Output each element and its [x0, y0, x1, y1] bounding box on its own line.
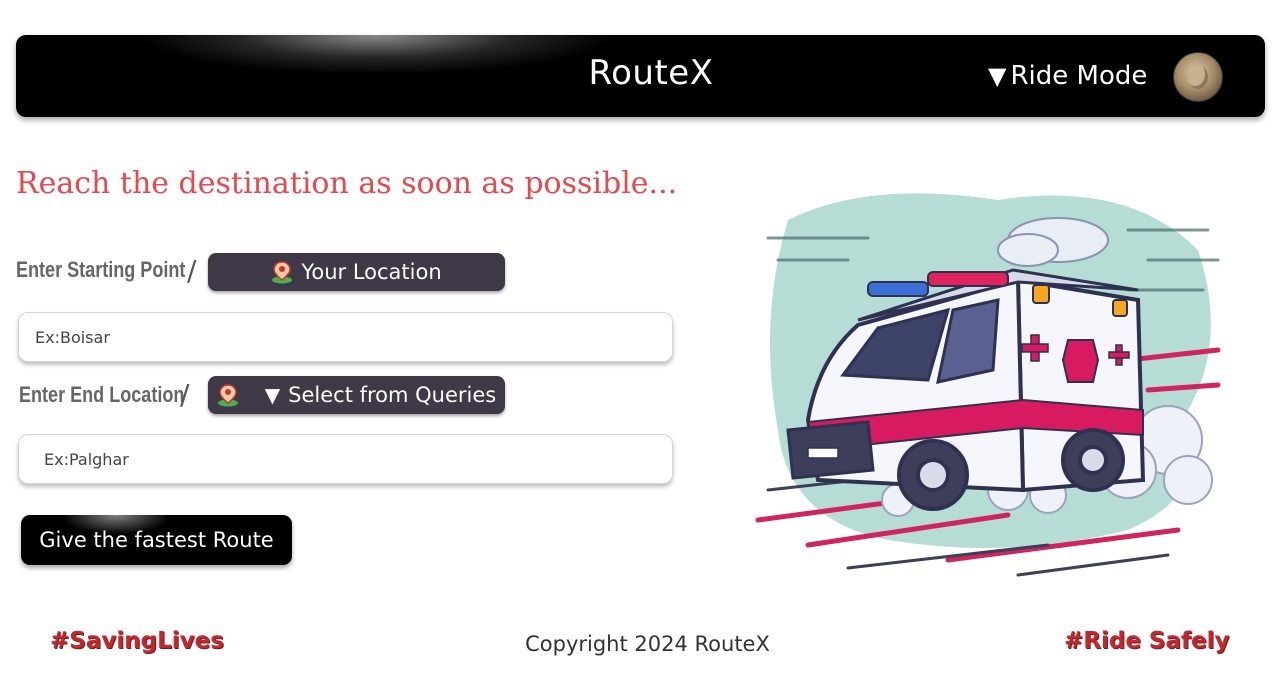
navbar-glow — [136, 35, 616, 75]
fastest-route-button[interactable]: Give the fastest Route — [21, 515, 292, 565]
fastest-route-label: Give the fastest Route — [39, 528, 274, 552]
start-separator: / — [187, 254, 197, 287]
ride-mode-dropdown[interactable]: ▼ Ride Mode — [988, 60, 1147, 92]
footer-copyright: Copyright 2024 RouteX — [525, 632, 770, 656]
start-point-label: Enter Starting Point — [16, 257, 186, 282]
navbar: RouteX ▼ Ride Mode — [16, 35, 1265, 117]
avatar-face — [1188, 65, 1208, 89]
select-queries-label: Select from Queries — [288, 383, 497, 407]
start-point-input[interactable] — [18, 312, 673, 362]
your-location-button[interactable]: Your Location — [208, 253, 505, 291]
footer-tag-ride-safely: #Ride Safely — [1064, 628, 1230, 654]
end-separator: / — [180, 378, 190, 411]
ride-mode-label: Ride Mode — [1010, 61, 1148, 91]
brand-title[interactable]: RouteX — [581, 53, 721, 93]
map-pin-icon — [272, 261, 293, 284]
end-location-input[interactable] — [18, 434, 673, 484]
map-pin-icon — [217, 384, 238, 407]
ambulance-illustration — [748, 160, 1238, 590]
footer-tag-saving-lives: #SavingLives — [50, 628, 224, 654]
triangle-down-icon: ▼ — [264, 383, 281, 407]
select-queries-button[interactable]: ▼ Select from Queries — [208, 376, 505, 414]
end-location-label: Enter End Location — [19, 382, 185, 407]
avatar[interactable] — [1173, 52, 1223, 102]
your-location-label: Your Location — [301, 260, 442, 284]
page-headline: Reach the destination as soon as possibl… — [16, 166, 678, 201]
triangle-down-icon: ▼ — [988, 62, 1007, 90]
